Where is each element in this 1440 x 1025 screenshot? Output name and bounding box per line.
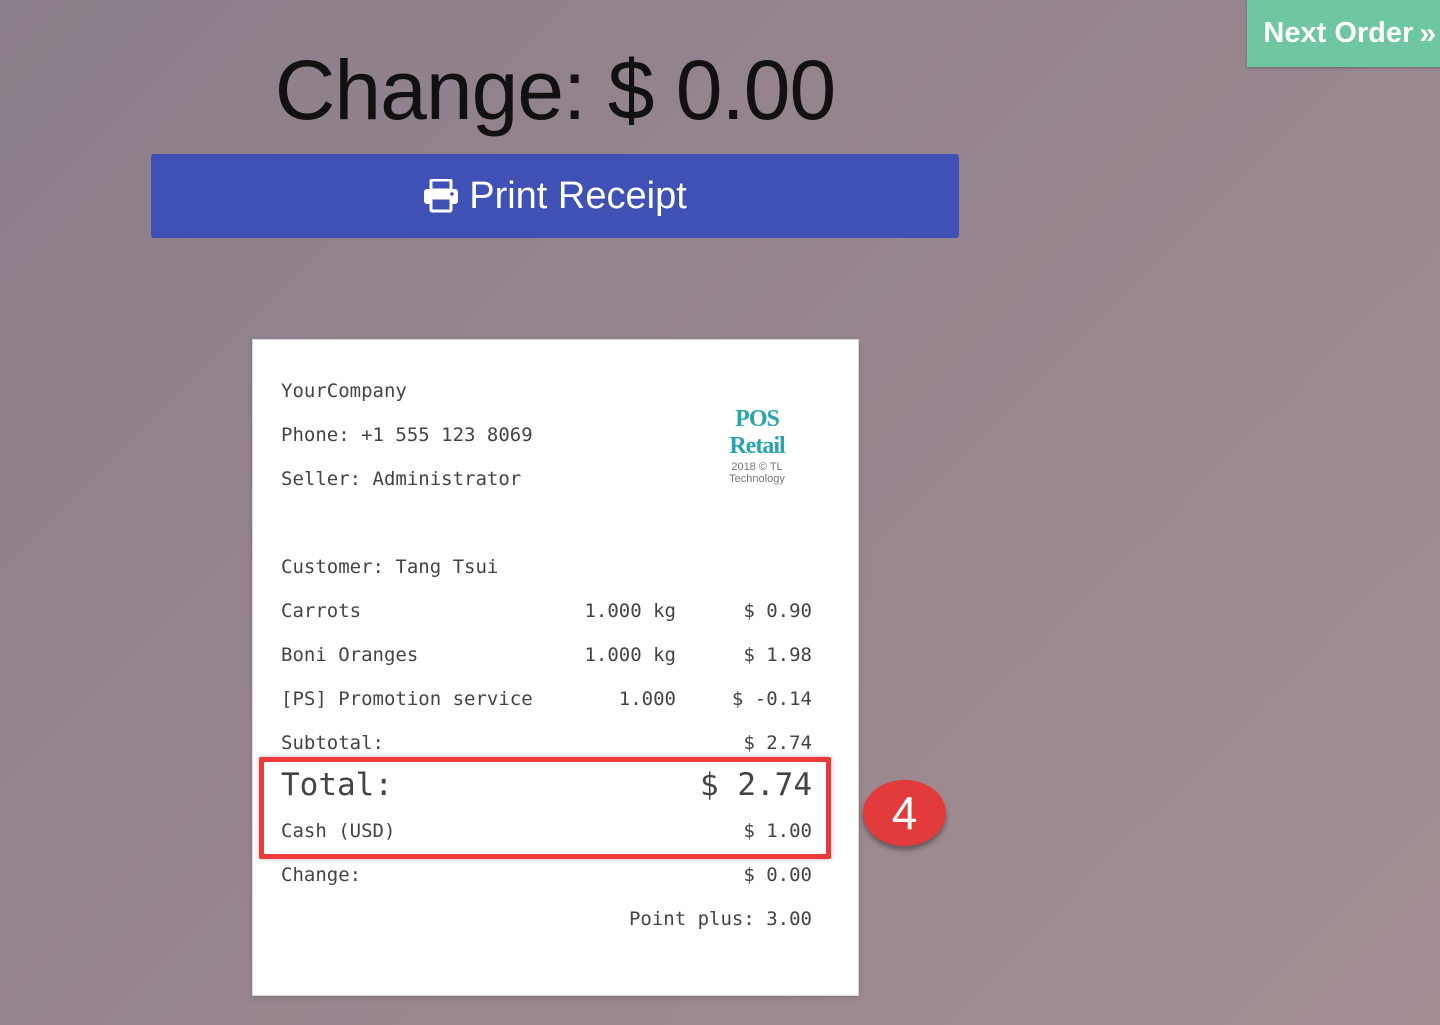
receipt-subtotal-row: Subtotal: $ 2.74	[281, 732, 812, 754]
printer-icon	[424, 179, 459, 213]
receipt-change-row: Change: $ 0.00	[281, 864, 812, 886]
logo-subtitle: 2018 © TL Technology	[729, 461, 785, 485]
item-qty: 1.000 kg	[584, 600, 676, 622]
subtotal-value: $ 2.74	[743, 732, 812, 754]
change-amount-title: Change: $ 0.00	[274, 43, 836, 137]
receipt-item-row: Boni Oranges 1.000 kg $ 1.98	[281, 644, 812, 666]
change-value: $ 0.00	[743, 864, 812, 886]
item-qty: 1.000 kg	[584, 644, 676, 666]
receipt-item-row: Carrots 1.000 kg $ 0.90	[281, 600, 812, 622]
receipt-phone: Phone: +1 555 123 8069	[281, 424, 533, 446]
receipt-company: YourCompany	[281, 380, 407, 402]
item-price: $ -0.14	[731, 688, 812, 710]
next-order-label: Next Order	[1263, 17, 1414, 49]
change-label: Change:	[281, 864, 362, 886]
next-order-button[interactable]: Next Order »	[1247, 0, 1440, 67]
item-price: $ 0.90	[743, 600, 812, 622]
highlight-box	[259, 757, 831, 859]
receipt-customer: Customer: Tang Tsui	[281, 556, 499, 578]
chevron-double-right-icon: »	[1419, 16, 1436, 50]
receipt: YourCompany Phone: +1 555 123 8069 Selle…	[252, 339, 859, 996]
receipt-item-row: [PS] Promotion service 1.000 $ -0.14	[281, 688, 812, 710]
print-receipt-label: Print Receipt	[469, 174, 687, 217]
step-number-badge: 4	[863, 780, 946, 846]
print-receipt-button[interactable]: Print Receipt	[151, 154, 959, 238]
item-name: Boni Oranges	[281, 644, 419, 666]
points-text: Point plus: 3.00	[628, 908, 812, 930]
subtotal-label: Subtotal:	[281, 732, 384, 754]
logo-title: POS Retail	[729, 406, 785, 459]
item-name: [PS] Promotion service	[281, 688, 533, 710]
receipt-points-row: Point plus: 3.00	[281, 908, 812, 930]
item-price: $ 1.98	[743, 644, 812, 666]
item-qty: 1.000	[618, 688, 676, 710]
receipt-seller: Seller: Administrator	[281, 468, 522, 490]
item-name: Carrots	[281, 600, 362, 622]
pos-retail-logo: POS Retail 2018 © TL Technology	[709, 406, 805, 485]
